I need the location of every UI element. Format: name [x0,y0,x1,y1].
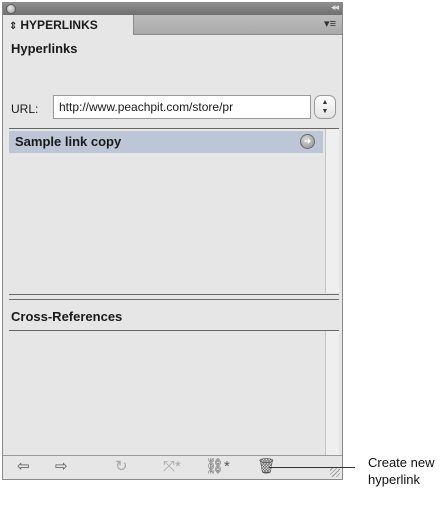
stepper-down-icon[interactable]: ▼ [315,107,335,116]
panel-menu-icon[interactable]: ▾≡ [324,17,336,30]
go-to-source-icon[interactable]: ⇦ [17,459,30,475]
list-item[interactable]: Sample link copy ➜ [9,131,323,153]
create-hyperlink-icon[interactable]: ⛓* [205,459,230,475]
hyperlink-label: Sample link copy [15,134,122,149]
url-stepper[interactable]: ▲ ▼ [314,95,336,119]
close-panel-button[interactable] [6,4,16,14]
section-title-cross-references: Cross-References [11,309,123,324]
tab-label: HYPERLINKS [20,18,98,32]
cross-references-scrollbar[interactable] [325,331,339,455]
go-to-destination-status-icon[interactable]: ➜ [300,134,315,149]
callout-line [269,467,355,468]
cross-references-list [9,330,339,455]
callout-create-new-hyperlink: Create new hyperlink [368,454,434,488]
hyperlinks-list: Sample link copy ➜ [9,128,339,293]
hyperlinks-scrollbar[interactable] [325,129,339,293]
update-icon[interactable]: ↻ [115,459,128,475]
url-label: URL: [11,102,39,116]
callout-line-1: Create new [368,455,435,470]
tab-hyperlinks[interactable]: ⇕ HYPERLINKS [3,15,134,35]
hyperlinks-panel: ◂◂ ⇕ HYPERLINKS ▾≡ Hyperlinks URL: http:/… [2,2,343,480]
url-input[interactable]: http://www.peachpit.com/store/pr [53,95,311,119]
resize-grip-icon[interactable] [330,467,340,477]
callout-line-2: hyperlink [368,472,421,487]
section-divider[interactable] [9,294,339,300]
section-title-hyperlinks: Hyperlinks [11,41,78,56]
panel-tab-row: ⇕ HYPERLINKS ▾≡ [3,15,342,35]
tab-arrows-icon: ⇕ [9,21,18,32]
create-cross-reference-icon[interactable]: ⤧* [163,459,181,475]
go-to-destination-icon[interactable]: ⇨ [55,459,68,475]
collapse-icon[interactable]: ◂◂ [331,2,339,13]
panel-title-strip: ◂◂ [3,2,342,15]
stepper-up-icon[interactable]: ▲ [315,98,335,107]
